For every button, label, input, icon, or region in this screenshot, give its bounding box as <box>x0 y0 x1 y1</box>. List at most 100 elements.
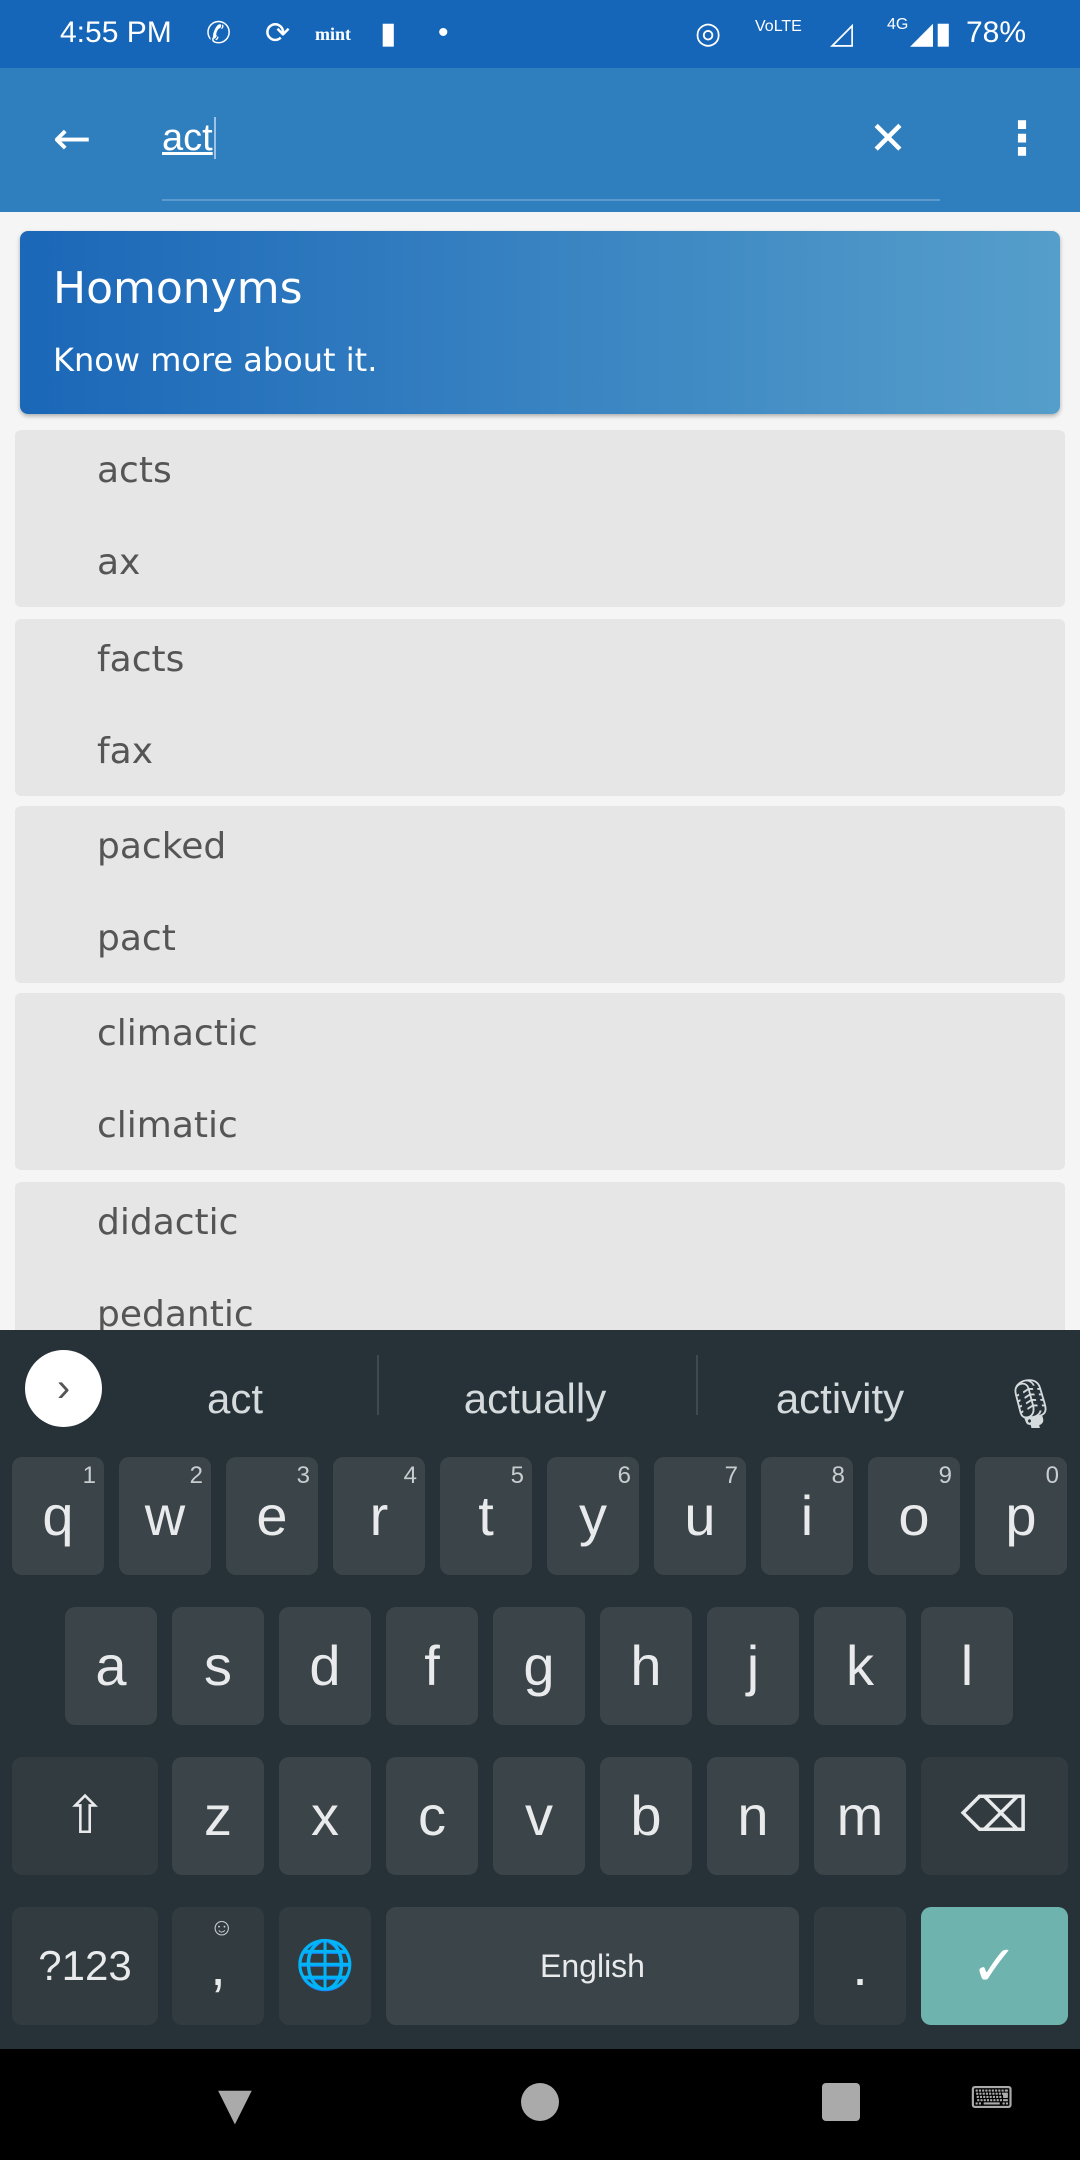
key-label: g <box>523 1634 555 1697</box>
signal-icon: ◿ <box>830 17 854 50</box>
emoji-icon: ☺ <box>209 1914 234 1941</box>
key[interactable]: h <box>600 1607 692 1725</box>
suggestion[interactable]: actually <box>420 1375 650 1423</box>
key-label: d <box>309 1634 341 1697</box>
key-hint: 0 <box>1045 1462 1059 1489</box>
key[interactable]: b <box>600 1757 692 1875</box>
more-options-button[interactable]: ⋮ <box>992 108 1052 168</box>
search-input[interactable]: act <box>162 108 942 168</box>
network-type: 4G <box>887 16 909 33</box>
key-label: f <box>424 1634 440 1697</box>
key[interactable]: y6 <box>547 1457 639 1575</box>
back-nav-icon[interactable]: ▼ <box>218 2079 252 2130</box>
key-label: t <box>478 1484 494 1547</box>
homonym-word[interactable]: facts <box>97 639 184 680</box>
homonym-group[interactable]: facts fax <box>15 619 1065 796</box>
homonym-word[interactable]: climatic <box>97 1105 238 1146</box>
backspace-icon: ⌫ <box>960 1789 1029 1842</box>
key-label: s <box>204 1634 232 1697</box>
key-label: j <box>746 1634 760 1697</box>
key-hint: 3 <box>296 1462 310 1489</box>
homonym-group[interactable]: acts ax <box>15 430 1065 607</box>
homonym-word[interactable]: acts <box>97 450 172 491</box>
key[interactable]: v <box>493 1757 585 1875</box>
key[interactable]: q1 <box>12 1457 104 1575</box>
language-key[interactable]: 🌐 <box>279 1907 371 2025</box>
key[interactable]: m <box>814 1757 906 1875</box>
key[interactable]: g <box>493 1607 585 1725</box>
symbols-key[interactable]: ?123 <box>12 1907 158 2025</box>
key[interactable]: p0 <box>975 1457 1067 1575</box>
key[interactable]: l <box>921 1607 1013 1725</box>
homonym-group[interactable]: packed pact <box>15 806 1065 983</box>
key-hint: 2 <box>189 1462 203 1489</box>
banner-title: Homonyms <box>53 263 303 314</box>
period-key[interactable]: . <box>814 1907 906 2025</box>
key-label: r <box>369 1484 389 1547</box>
key-label: n <box>737 1784 769 1847</box>
key[interactable]: i8 <box>761 1457 853 1575</box>
suggestion[interactable]: act <box>150 1375 320 1423</box>
key[interactable]: w2 <box>119 1457 211 1575</box>
key-hint: 9 <box>938 1462 952 1489</box>
globe-icon: 🌐 <box>295 1939 355 1992</box>
status-bar: 4:55 PM ✆ ⟳ mint ▮ • ◎ VoLTE ◿ 4G ◢ ▮ 78… <box>0 0 1080 68</box>
search-underline <box>162 199 940 201</box>
key[interactable]: a <box>65 1607 157 1725</box>
banner-subtitle: Know more about it. <box>53 341 378 379</box>
homonym-word[interactable]: pedantic <box>97 1294 254 1335</box>
homonyms-banner[interactable]: Homonyms Know more about it. <box>20 231 1060 414</box>
comma-key[interactable]: , ☺ <box>172 1907 264 2025</box>
app-bar: ← act ✕ ⋮ <box>0 68 1080 212</box>
battery-icon: ▮ <box>935 17 952 50</box>
key[interactable]: n <box>707 1757 799 1875</box>
key[interactable]: o9 <box>868 1457 960 1575</box>
navigation-bar: ▼ ⌨ <box>0 2049 1080 2160</box>
homonym-word[interactable]: climactic <box>97 1013 258 1054</box>
recents-nav-icon[interactable] <box>822 2083 860 2121</box>
clear-button[interactable]: ✕ <box>858 108 918 168</box>
key-label: q <box>42 1484 74 1547</box>
key[interactable]: t5 <box>440 1457 532 1575</box>
signal2-icon: ◢ <box>910 17 934 50</box>
mint-icon: mint <box>315 24 351 44</box>
key-label: y <box>579 1484 607 1547</box>
enter-key[interactable]: ✓ <box>921 1907 1068 2025</box>
key-label: i <box>800 1484 814 1547</box>
homonym-word[interactable]: didactic <box>97 1202 238 1243</box>
key-label: x <box>311 1784 339 1847</box>
key[interactable]: j <box>707 1607 799 1725</box>
homonym-word[interactable]: ax <box>97 542 140 583</box>
home-nav-icon[interactable] <box>521 2083 559 2121</box>
shift-key[interactable]: ⇧ <box>12 1757 158 1875</box>
key[interactable]: s <box>172 1607 264 1725</box>
battery-level: 78% <box>966 16 1027 49</box>
back-button[interactable]: ← <box>42 108 102 168</box>
key[interactable]: d <box>279 1607 371 1725</box>
divider <box>377 1355 379 1415</box>
suggestion[interactable]: activity <box>720 1375 960 1423</box>
keyboard-switch-icon[interactable]: ⌨ <box>970 2081 1013 2116</box>
divider <box>696 1355 698 1415</box>
search-text: act <box>162 117 216 159</box>
key-hint: 5 <box>510 1462 524 1489</box>
homonym-word[interactable]: pact <box>97 918 176 959</box>
key-label: o <box>898 1484 930 1547</box>
key[interactable]: f <box>386 1607 478 1725</box>
space-key[interactable]: English <box>386 1907 799 2025</box>
key[interactable]: x <box>279 1757 371 1875</box>
homonym-word[interactable]: packed <box>97 826 226 867</box>
key-label: b <box>630 1784 662 1847</box>
key[interactable]: r4 <box>333 1457 425 1575</box>
expand-suggestions-button[interactable]: › <box>25 1350 102 1427</box>
key[interactable]: c <box>386 1757 478 1875</box>
whatsapp-icon: ✆ <box>206 17 232 50</box>
key[interactable]: z <box>172 1757 264 1875</box>
homonym-word[interactable]: fax <box>97 731 153 772</box>
key-label: e <box>256 1484 288 1547</box>
backspace-key[interactable]: ⌫ <box>921 1757 1068 1875</box>
key[interactable]: k <box>814 1607 906 1725</box>
homonym-group[interactable]: climactic climatic <box>15 993 1065 1170</box>
key[interactable]: e3 <box>226 1457 318 1575</box>
key[interactable]: u7 <box>654 1457 746 1575</box>
